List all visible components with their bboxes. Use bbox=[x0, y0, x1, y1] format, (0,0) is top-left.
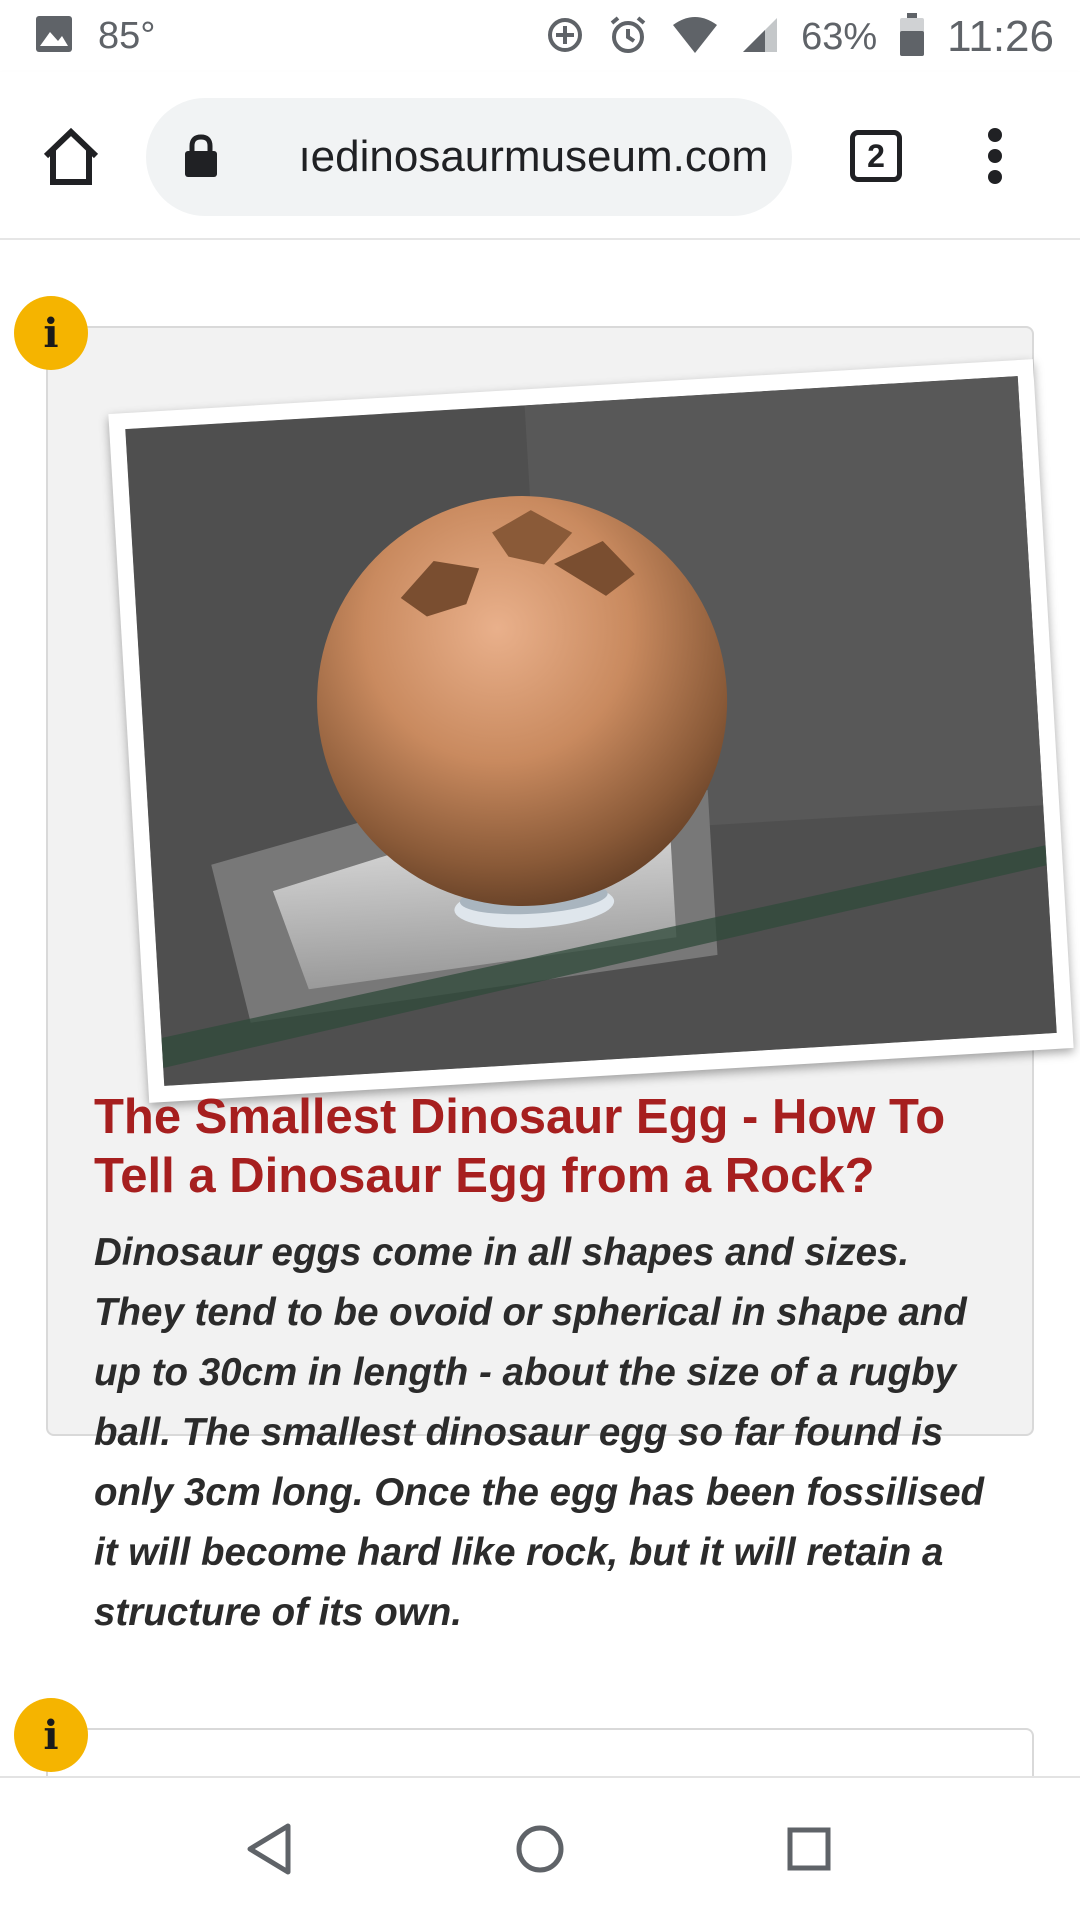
more-vert-icon bbox=[980, 128, 1010, 184]
article-title[interactable]: The Smallest Dinosaur Egg - How To Tell … bbox=[94, 1088, 994, 1206]
recents-square-icon bbox=[787, 1827, 831, 1871]
info-badge-next[interactable]: i bbox=[14, 1698, 88, 1772]
gallery-icon bbox=[34, 14, 74, 59]
recents-button[interactable] bbox=[774, 1814, 844, 1884]
dinosaur-egg-image bbox=[125, 376, 1057, 1086]
system-nav-bar bbox=[0, 1776, 1080, 1920]
temperature-text: 85° bbox=[98, 15, 156, 57]
battery-percent: 63% bbox=[801, 15, 878, 58]
info-icon: i bbox=[43, 1711, 59, 1759]
alarm-icon bbox=[607, 14, 649, 61]
home-nav-button[interactable] bbox=[505, 1814, 575, 1884]
tab-switcher-button[interactable]: 2 bbox=[850, 130, 902, 182]
lock-icon bbox=[185, 134, 217, 177]
page-content: The Smallest Dinosaur Egg - How To Tell … bbox=[0, 240, 1080, 1776]
home-button[interactable] bbox=[38, 124, 104, 190]
browser-toolbar: ıedinosaurmuseum.com 2 bbox=[0, 72, 1080, 240]
next-article-card[interactable] bbox=[46, 1728, 1034, 1776]
data-saver-icon bbox=[545, 15, 585, 60]
article-body: Dinosaur eggs come in all shapes and siz… bbox=[94, 1231, 984, 1634]
status-bar: 85° 63% 11:26 bbox=[0, 0, 1080, 72]
tab-count: 2 bbox=[867, 137, 885, 174]
address-bar[interactable]: ıedinosaurmuseum.com bbox=[146, 98, 792, 216]
clock-time: 11:26 bbox=[947, 12, 1054, 61]
info-badge[interactable]: i bbox=[14, 296, 88, 370]
article-card[interactable]: The Smallest Dinosaur Egg - How To Tell … bbox=[46, 326, 1074, 1634]
egg-photo-illustration bbox=[125, 376, 1057, 1086]
cell-signal-icon bbox=[741, 16, 779, 59]
wifi-icon bbox=[671, 15, 719, 60]
back-triangle-icon bbox=[247, 1823, 291, 1875]
info-icon: i bbox=[43, 309, 59, 357]
url-text[interactable]: ıedinosaurmuseum.com bbox=[248, 98, 768, 216]
article-photo[interactable] bbox=[108, 359, 1074, 1103]
back-button[interactable] bbox=[236, 1814, 306, 1884]
home-circle-icon bbox=[516, 1825, 564, 1873]
battery-icon bbox=[899, 12, 925, 62]
overflow-menu-button[interactable] bbox=[980, 124, 1010, 190]
home-icon bbox=[43, 127, 99, 185]
